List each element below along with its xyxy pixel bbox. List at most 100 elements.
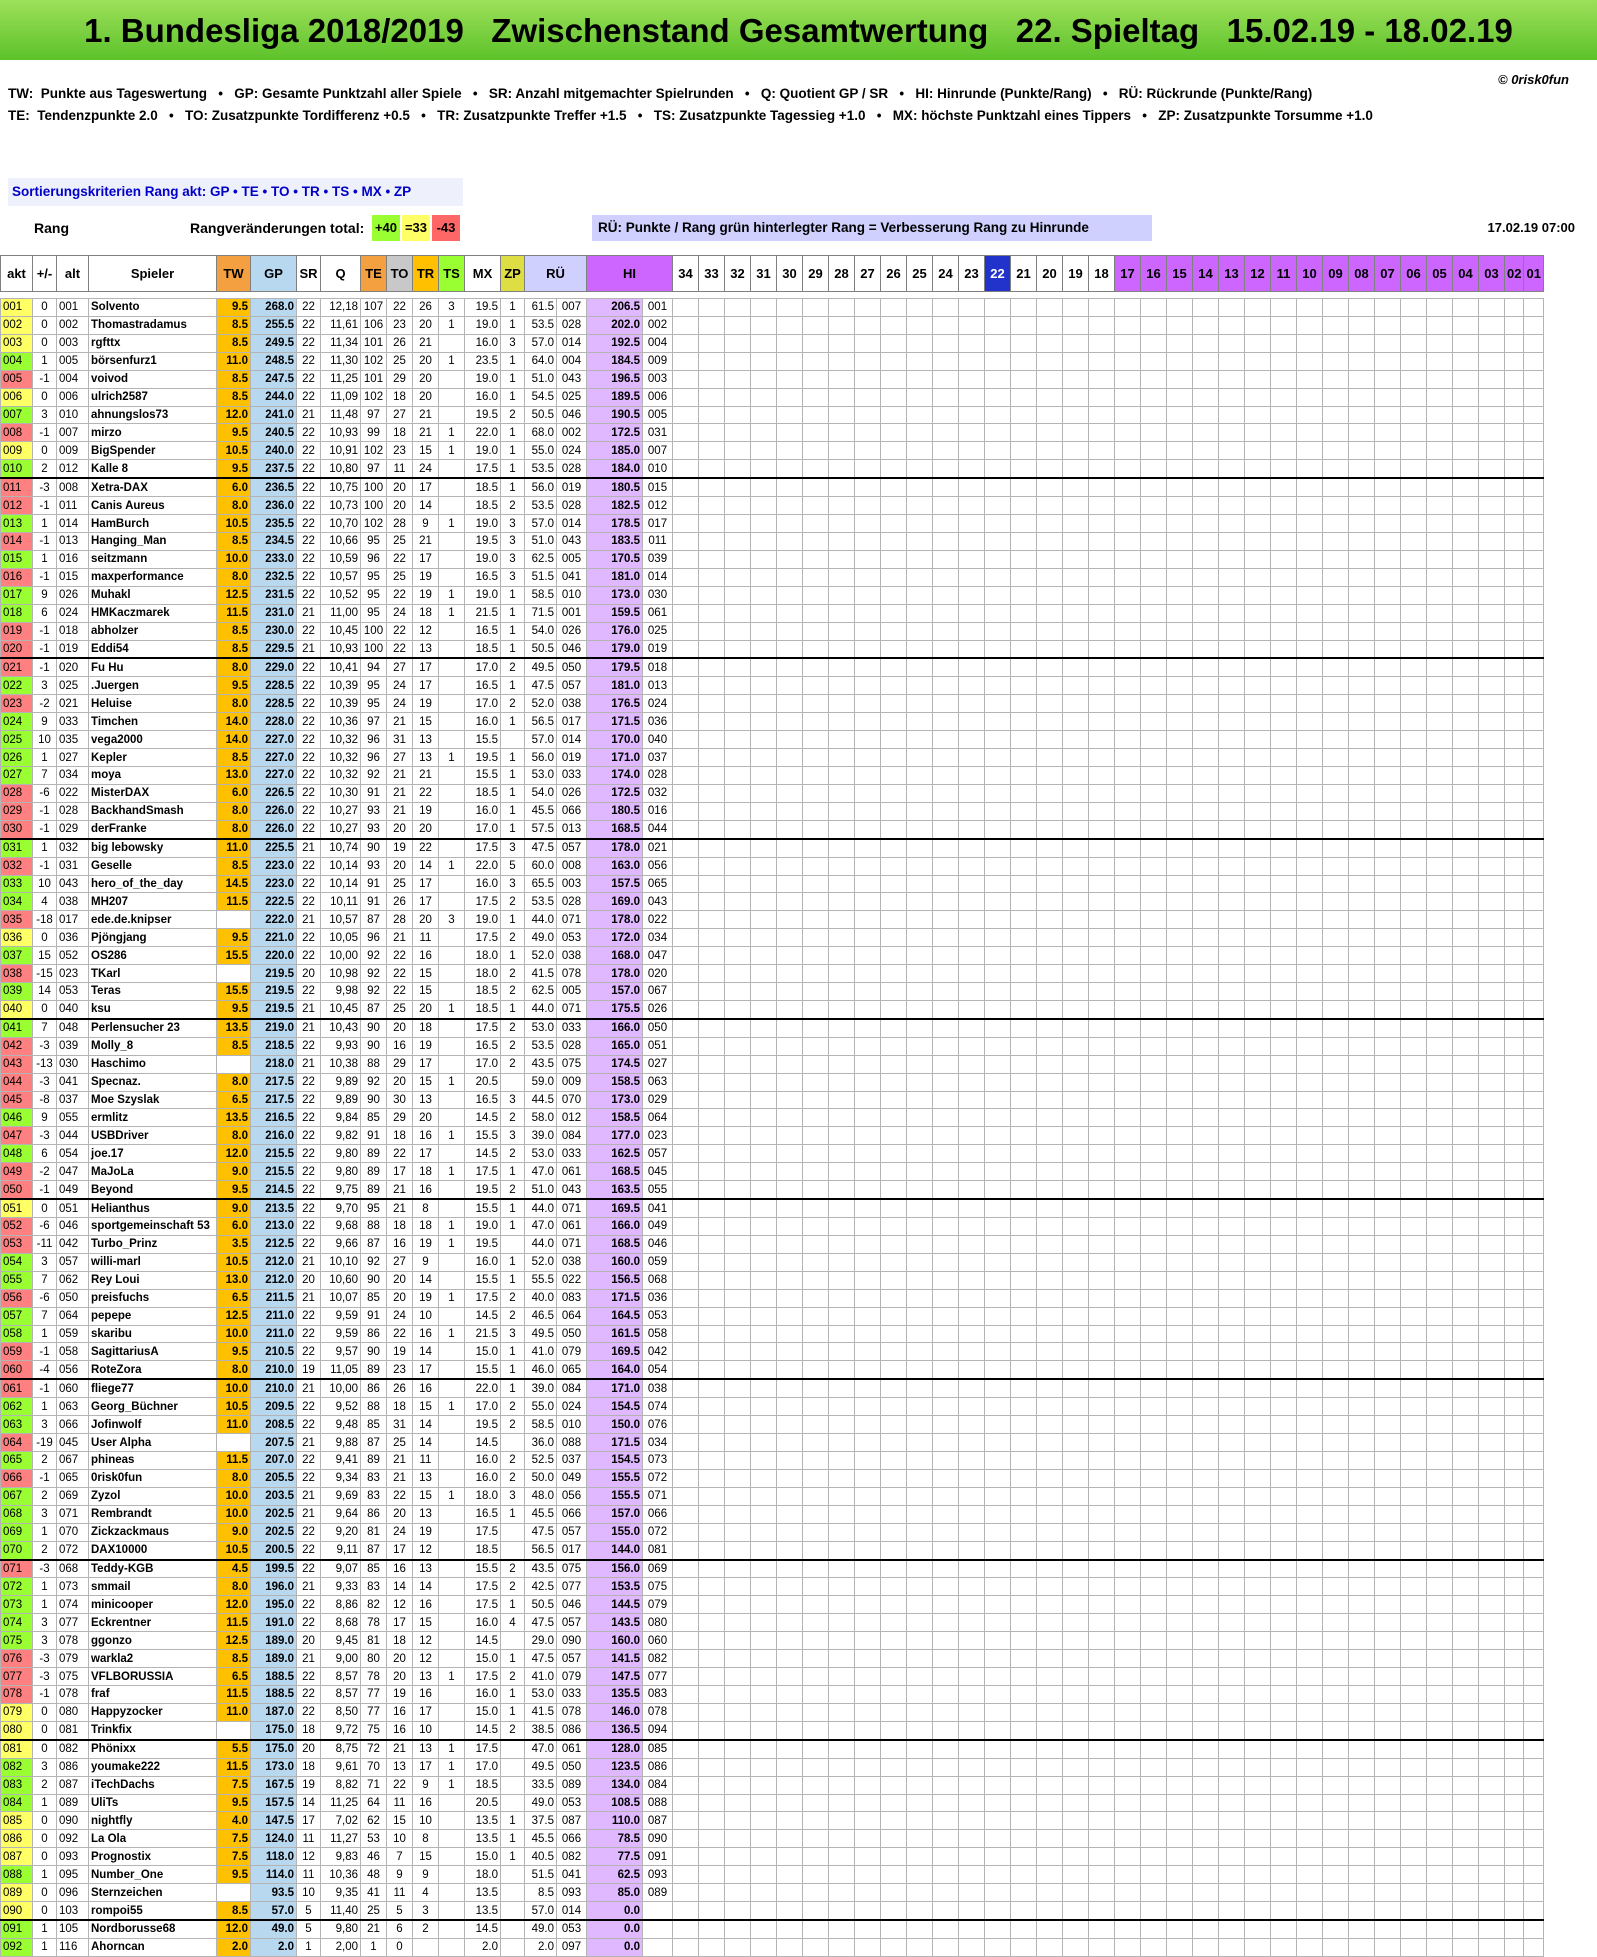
table-cell: 1 xyxy=(500,783,525,803)
matchday-cell xyxy=(1374,1577,1401,1597)
table-cell: 057 xyxy=(556,676,587,696)
table-cell: 192.5 xyxy=(586,333,643,353)
matchday-cell xyxy=(1478,1036,1505,1056)
matchday-cell xyxy=(984,910,1011,930)
matchday-cell xyxy=(698,567,725,587)
matchday-cell xyxy=(724,765,751,785)
matchday-cell xyxy=(1478,1720,1505,1741)
matchday-cell xyxy=(724,748,751,767)
matchday-cell xyxy=(1503,351,1525,371)
table-cell: 039 xyxy=(0,982,33,1001)
table-cell: 19.5 xyxy=(464,1234,501,1254)
matchday-cell xyxy=(1244,730,1271,750)
table-cell: 12,18 xyxy=(320,298,361,317)
table-row: 074 3 077 Eckrentner 11.5 191.0 22 8,68 78 17 15 16… xyxy=(0,1613,1544,1633)
matchday-cell xyxy=(958,1757,985,1777)
table-cell: 27 xyxy=(386,1252,413,1272)
matchday-cell xyxy=(906,1072,933,1092)
matchday-cell xyxy=(1374,1847,1401,1867)
matchday-cell xyxy=(802,1793,829,1813)
matchday-cell xyxy=(1088,298,1115,317)
matchday-cell xyxy=(1088,1144,1115,1164)
table-cell: 17 xyxy=(412,657,439,678)
matchday-cell xyxy=(1166,1720,1193,1741)
matchday-cell xyxy=(1244,1324,1271,1344)
table-cell: 14.5 xyxy=(464,1631,501,1651)
matchday-cell xyxy=(880,1720,907,1741)
matchday-cell xyxy=(1192,1757,1219,1777)
matchday-cell xyxy=(1010,496,1037,516)
table-cell xyxy=(500,1540,525,1561)
matchday-cell xyxy=(958,369,985,389)
matchday-cell xyxy=(1218,1919,1245,1939)
table-cell: 088 xyxy=(556,1433,587,1452)
table-cell: 188.5 xyxy=(250,1667,297,1686)
matchday-cell xyxy=(828,1613,855,1633)
matchday-cell xyxy=(1452,1234,1479,1254)
matchday-cell xyxy=(1270,514,1297,533)
matchday-cell xyxy=(1503,1306,1525,1326)
matchday-cell xyxy=(1374,1793,1401,1813)
table-row: 019 -1 018 abholzer 8.5 230.0 22 10,45 100 22 12 16… xyxy=(0,621,1544,641)
matchday-cell xyxy=(1348,856,1375,876)
matchday-cell xyxy=(750,1397,777,1417)
matchday-cell xyxy=(932,1433,959,1452)
matchday-cell xyxy=(802,1342,829,1362)
matchday-cell xyxy=(854,999,881,1020)
matchday-cell xyxy=(1270,1252,1297,1272)
matchday-cell xyxy=(958,892,985,912)
matchday-cell xyxy=(750,315,777,335)
matchday-cell xyxy=(880,1342,907,1362)
matchday-cell xyxy=(802,459,829,479)
table-cell: 8,57 xyxy=(320,1684,361,1704)
matchday-cell xyxy=(1426,1793,1453,1813)
table-cell: 212.0 xyxy=(250,1252,297,1272)
matchday-cell xyxy=(698,549,725,569)
matchday-cell xyxy=(1244,1667,1271,1686)
table-cell: 184.0 xyxy=(586,459,643,479)
matchday-cell xyxy=(724,1036,751,1056)
matchday-cell xyxy=(1400,1811,1427,1831)
table-cell: 22 xyxy=(296,1342,321,1362)
table-cell: 89 xyxy=(360,1162,387,1182)
table-row: 092 1 116 Ahorncan 2.0 2.0 1 2,00 1 0 2.0 2.0 097 0.0 xyxy=(0,1937,1544,1957)
table-cell: 0 xyxy=(32,1702,57,1722)
table-cell: 087 xyxy=(56,1775,89,1795)
matchday-cell xyxy=(1523,999,1544,1020)
table-cell: 27 xyxy=(386,405,413,425)
matchday-cell xyxy=(1348,1595,1375,1615)
matchday-cell xyxy=(802,1415,829,1435)
matchday-cell xyxy=(1140,639,1167,659)
table-cell: 16 xyxy=(386,1234,413,1254)
matchday-cell xyxy=(1140,1775,1167,1795)
table-cell: 20 xyxy=(386,1288,413,1308)
matchday-cell xyxy=(984,1342,1011,1362)
table-cell: 3 xyxy=(500,514,525,533)
table-cell: Geselle xyxy=(88,856,217,876)
matchday-cell xyxy=(1010,1288,1037,1308)
matchday-cell xyxy=(1010,298,1037,317)
table-cell: 029 xyxy=(0,801,33,821)
matchday-cell xyxy=(1296,1775,1323,1795)
table-cell: Number_One xyxy=(88,1865,217,1885)
matchday-cell xyxy=(1114,1108,1141,1128)
matchday-cell xyxy=(958,496,985,516)
header-cell: 04 xyxy=(1452,255,1479,292)
matchday-cell xyxy=(1244,892,1271,912)
table-cell: 10,45 xyxy=(320,999,361,1020)
matchday-cell xyxy=(1452,1288,1479,1308)
matchday-cell xyxy=(1348,1054,1375,1074)
table-cell: 9,07 xyxy=(320,1559,361,1579)
table-cell: 36.0 xyxy=(524,1433,557,1452)
matchday-cell xyxy=(1062,1486,1089,1506)
matchday-cell xyxy=(776,1288,803,1308)
matchday-cell xyxy=(1503,1775,1525,1795)
matchday-cell xyxy=(672,1559,699,1579)
matchday-cell xyxy=(1062,621,1089,641)
matchday-cell xyxy=(854,1217,881,1236)
matchday-cell xyxy=(958,441,985,461)
matchday-cell xyxy=(1400,1360,1427,1380)
matchday-cell xyxy=(1062,676,1089,696)
matchday-cell xyxy=(1088,351,1115,371)
matchday-cell xyxy=(906,567,933,587)
